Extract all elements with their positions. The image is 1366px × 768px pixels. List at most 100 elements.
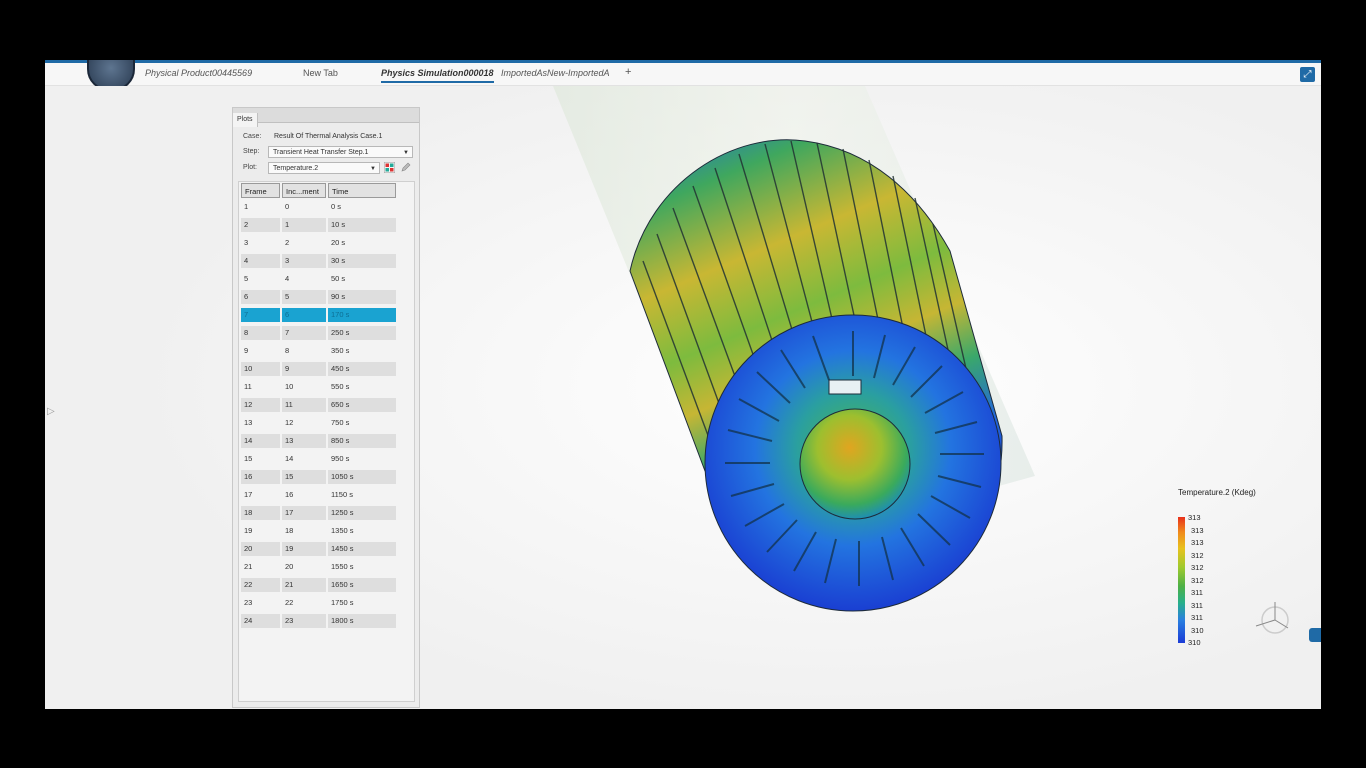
tab-physical-product[interactable]: Physical Product00445569 [145, 68, 252, 78]
cell-time: 1750 s [331, 598, 354, 607]
table-row[interactable]: 9 8 350 s [240, 344, 395, 358]
cell-frame: 14 [241, 434, 280, 448]
table-row[interactable]: 10 9 450 s [240, 362, 396, 376]
legend-tick-label: 313 [1191, 525, 1204, 535]
cell-frame: 11 [244, 382, 252, 391]
cell-increment: 8 [285, 346, 290, 355]
cell-frame: 5 [244, 274, 249, 283]
app-window: Physical Product00445569 New Tab Physics… [45, 60, 1321, 709]
cell-increment: 4 [285, 274, 290, 283]
cell-increment: 22 [285, 598, 294, 607]
expand-icon[interactable]: ⤢ [1300, 67, 1315, 82]
axis-triad-icon[interactable] [1250, 598, 1300, 638]
cell-increment: 6 [282, 308, 326, 322]
cell-frame: 24 [241, 614, 280, 628]
table-row[interactable]: 21 20 1550 s [240, 560, 395, 574]
cell-frame: 12 [241, 398, 280, 412]
cell-frame: 8 [241, 326, 280, 340]
table-row[interactable]: 17 16 1150 s [240, 488, 395, 502]
cell-frame: 23 [244, 598, 253, 607]
cell-time: 170 s [328, 308, 396, 322]
plot-options-icon[interactable] [384, 162, 395, 173]
cell-time: 30 s [328, 254, 396, 268]
cell-increment: 10 [285, 382, 294, 391]
legend-tick-label: 312 [1191, 563, 1204, 572]
table-row[interactable]: 2 1 10 s [240, 218, 396, 232]
header-increment[interactable]: Inc...ment [282, 183, 326, 198]
step-label: Step: [243, 148, 260, 155]
legend-tick-label: 311 [1191, 588, 1203, 597]
left-panel-handle-icon[interactable]: ▷ [47, 406, 55, 417]
tab-physics-simulation[interactable]: Physics Simulation000018 [381, 68, 494, 83]
table-row[interactable]: 12 11 650 s [240, 398, 396, 412]
cell-time: 1800 s [328, 614, 396, 628]
table-row[interactable]: 20 19 1450 s [240, 542, 396, 556]
cell-time: 10 s [328, 218, 396, 232]
tab-imported[interactable]: ImportedAsNew-ImportedA [501, 68, 610, 78]
legend-tick-label: 311 [1191, 600, 1203, 610]
cell-increment: 12 [285, 418, 294, 427]
table-row[interactable]: 11 10 550 s [240, 380, 395, 394]
cell-increment: 21 [282, 578, 326, 592]
header-time[interactable]: Time [328, 183, 396, 198]
table-row[interactable]: 19 18 1350 s [240, 524, 395, 538]
cell-time: 550 s [331, 382, 350, 391]
tab-new-tab[interactable]: New Tab [303, 68, 338, 78]
cell-time: 1150 s [331, 490, 353, 499]
table-row[interactable]: 7 6 170 s [240, 308, 396, 322]
tab-bar: Physical Product00445569 New Tab Physics… [45, 60, 1321, 91]
plots-tab[interactable]: Plots [233, 113, 258, 127]
table-row[interactable]: 24 23 1800 s [240, 614, 396, 628]
cell-frame: 7 [241, 308, 280, 322]
header-frame[interactable]: Frame [241, 183, 280, 198]
legend-title: Temperature.2 (Kdeg) [1178, 488, 1256, 497]
table-row[interactable]: 18 17 1250 s [240, 506, 396, 520]
cell-increment: 17 [282, 506, 326, 520]
table-row[interactable]: 8 7 250 s [240, 326, 396, 340]
cell-increment: 7 [282, 326, 326, 340]
add-tab-button[interactable]: + [625, 66, 631, 78]
cell-increment: 13 [282, 434, 326, 448]
plots-tab-header: Plots [233, 108, 419, 127]
cell-increment: 16 [285, 490, 294, 499]
cell-time: 90 s [328, 290, 396, 304]
cell-increment: 5 [282, 290, 326, 304]
cell-frame: 6 [241, 290, 280, 304]
side-panel-toggle-icon[interactable] [1309, 628, 1321, 642]
plots-panel: Plots Case: Result Of Thermal Analysis C… [232, 107, 420, 708]
legend-tick-label: 312 [1191, 575, 1204, 585]
table-row[interactable]: 6 5 90 s [240, 290, 396, 304]
cell-frame: 16 [241, 470, 280, 484]
cell-increment: 1 [282, 218, 326, 232]
legend-tick-label: 310 [1188, 638, 1201, 647]
step-select-value: Transient Heat Transfer Step.1 [273, 149, 369, 156]
cell-increment: 20 [285, 562, 294, 571]
cell-increment: 23 [282, 614, 326, 628]
cell-increment: 18 [285, 526, 294, 535]
cell-time: 250 s [328, 326, 396, 340]
plot-select[interactable]: Temperature.2 ▼ [268, 162, 380, 174]
legend-tick-label: 311 [1191, 613, 1203, 622]
legend-tick-label: 310 [1191, 625, 1204, 635]
cell-frame: 17 [244, 490, 253, 499]
frame-table: Frame Inc...ment Time 100 s 2 1 10 s 3 2 20 s4… [238, 181, 415, 702]
table-row[interactable]: 1 0 0 s [240, 200, 395, 214]
cell-frame: 22 [241, 578, 280, 592]
table-row[interactable]: 16 15 1050 s [240, 470, 396, 484]
cell-time: 1250 s [328, 506, 396, 520]
cell-frame: 9 [244, 346, 249, 355]
table-row[interactable]: 4 3 30 s [240, 254, 396, 268]
cell-time: 950 s [331, 454, 350, 463]
table-row[interactable]: 22 21 1650 s [240, 578, 396, 592]
step-select[interactable]: Transient Heat Transfer Step.1 ▼ [268, 146, 413, 158]
cell-frame: 13 [244, 418, 253, 427]
cell-time: 1450 s [328, 542, 396, 556]
pencil-icon[interactable] [400, 162, 411, 173]
table-row[interactable]: 13 12 750 s [240, 416, 395, 430]
table-row[interactable]: 14 13 850 s [240, 434, 396, 448]
table-row[interactable]: 3 2 20 s [240, 236, 395, 250]
table-row[interactable]: 15 14 950 s [240, 452, 395, 466]
cell-time: 0 s [331, 202, 342, 211]
table-row[interactable]: 23 22 1750 s [240, 596, 395, 610]
table-row[interactable]: 5 4 50 s [240, 272, 395, 286]
